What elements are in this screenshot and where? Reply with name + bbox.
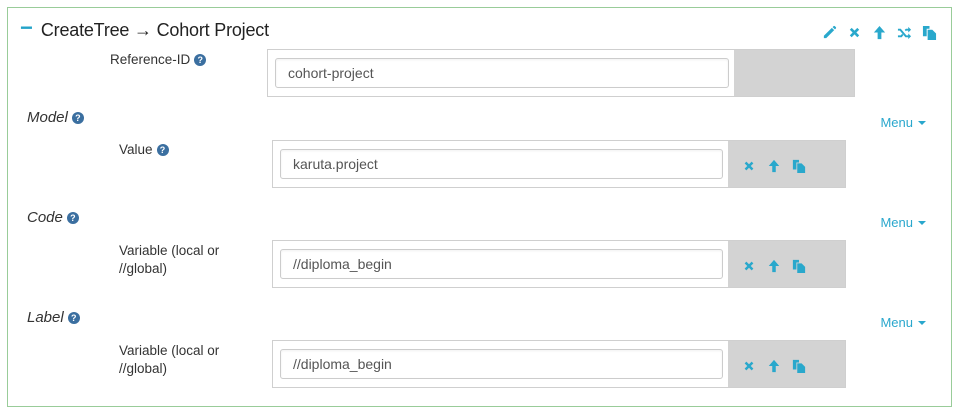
model-value-box: karuta.project xyxy=(272,140,846,188)
panel-title: CreateTree → Cohort Project xyxy=(40,19,269,40)
copy-icon[interactable] xyxy=(921,24,937,40)
field-label-variable: Variable (local or //global) xyxy=(119,343,220,376)
row-toolbar xyxy=(741,158,807,174)
section-title-text: Code xyxy=(27,209,63,226)
close-icon[interactable] xyxy=(741,258,757,274)
section-title-code: Code ? xyxy=(27,209,79,226)
reference-id-input[interactable]: cohort-project xyxy=(275,58,729,88)
arrow-up-icon[interactable] xyxy=(766,258,782,274)
close-icon[interactable] xyxy=(741,358,757,374)
header-toolbar xyxy=(821,24,937,40)
row-toolbar xyxy=(741,258,807,274)
help-icon[interactable]: ? xyxy=(67,311,80,324)
collapse-toggle[interactable]: − xyxy=(20,17,33,39)
help-icon[interactable]: ? xyxy=(66,211,79,224)
caret-down-icon xyxy=(918,320,926,325)
shuffle-icon[interactable] xyxy=(896,24,912,40)
arrow-up-icon[interactable] xyxy=(871,24,887,40)
menu-dropdown-code[interactable]: Menu xyxy=(880,215,926,230)
section-title-text: Label xyxy=(27,309,64,326)
field-label-variable: Variable (local or //global) xyxy=(119,243,220,276)
section-title-label: Label ? xyxy=(27,309,80,326)
menu-label: Menu xyxy=(880,215,913,230)
arrow-up-icon[interactable] xyxy=(766,358,782,374)
field-label-text: Value xyxy=(119,142,153,157)
code-variable-box: //diploma_begin xyxy=(272,240,846,288)
copy-icon[interactable] xyxy=(791,258,807,274)
copy-icon[interactable] xyxy=(791,158,807,174)
menu-label: Menu xyxy=(880,115,913,130)
menu-label: Menu xyxy=(880,315,913,330)
help-icon[interactable]: ? xyxy=(71,111,84,124)
model-value-input[interactable]: karuta.project xyxy=(280,149,723,179)
help-icon[interactable]: ? xyxy=(194,53,207,66)
caret-down-icon xyxy=(918,120,926,125)
reference-id-label: Reference-ID ? xyxy=(110,52,207,67)
caret-down-icon xyxy=(918,220,926,225)
panel-header: − CreateTree → Cohort Project xyxy=(20,17,269,42)
reference-id-box: cohort-project xyxy=(267,49,855,97)
row-toolbar xyxy=(741,358,807,374)
pencil-icon[interactable] xyxy=(821,24,837,40)
reference-id-text: Reference-ID xyxy=(110,52,191,67)
cohort-project-panel: − CreateTree → Cohort Project Reference-… xyxy=(7,7,952,407)
close-icon[interactable] xyxy=(846,24,862,40)
section-title-text: Model xyxy=(27,109,68,126)
label-variable-input[interactable]: //diploma_begin xyxy=(280,349,723,379)
menu-dropdown-model[interactable]: Menu xyxy=(880,115,926,130)
close-icon[interactable] xyxy=(741,158,757,174)
section-title-model: Model ? xyxy=(27,109,84,126)
menu-dropdown-label[interactable]: Menu xyxy=(880,315,926,330)
help-icon[interactable]: ? xyxy=(156,143,169,156)
field-label-value: Value ? xyxy=(119,142,169,157)
code-variable-input[interactable]: //diploma_begin xyxy=(280,249,723,279)
copy-icon[interactable] xyxy=(791,358,807,374)
label-variable-box: //diploma_begin xyxy=(272,340,846,388)
arrow-up-icon[interactable] xyxy=(766,158,782,174)
reference-gray-area xyxy=(734,50,854,96)
